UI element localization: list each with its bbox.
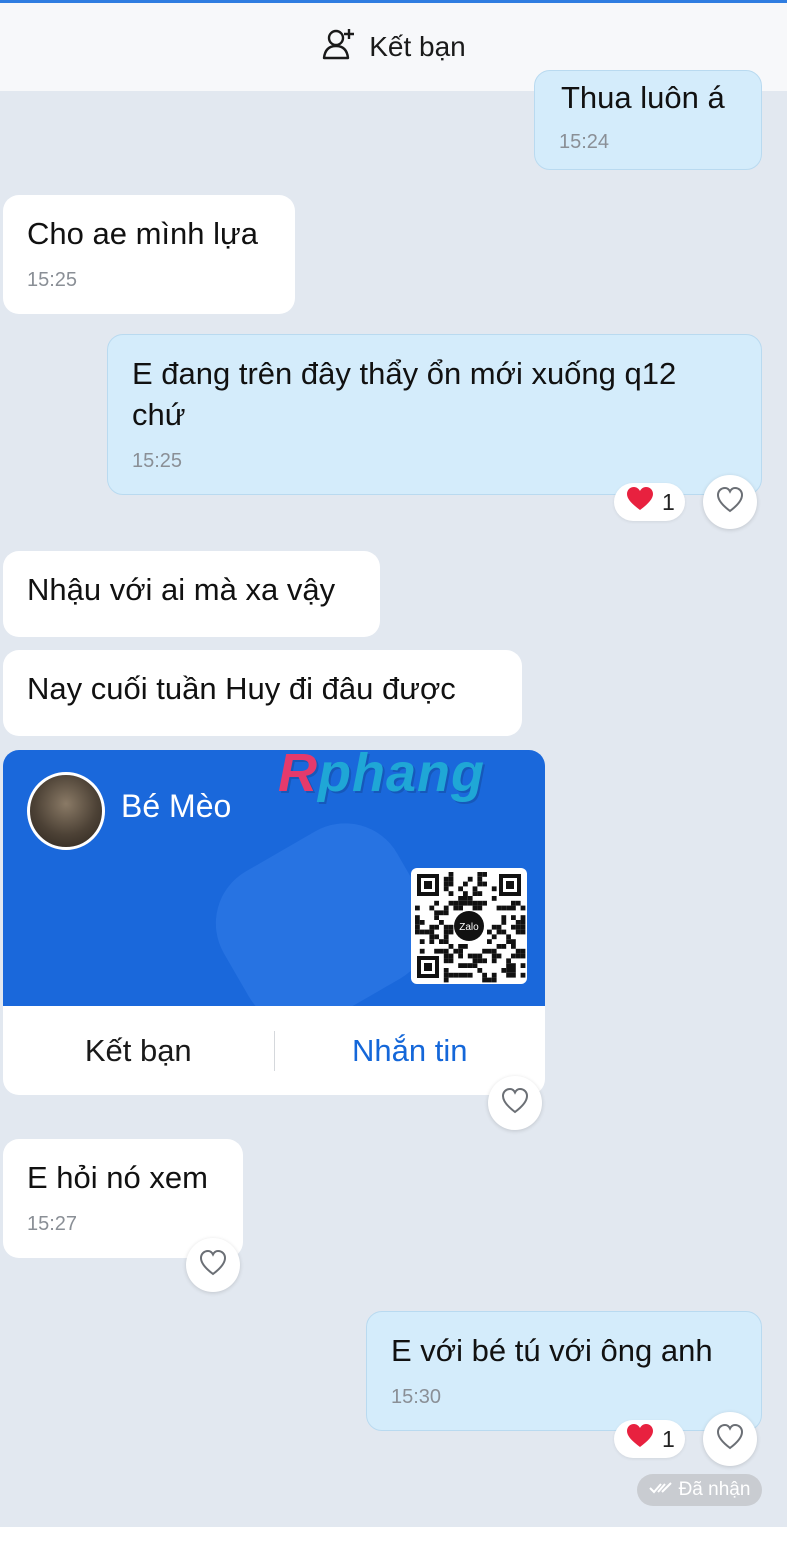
heart-outline-icon <box>715 1422 745 1457</box>
message-text: E đang trên đây thẩy ổn mới xuống q12 ch… <box>132 356 677 432</box>
message-bubble-outgoing[interactable]: E đang trên đây thẩy ổn mới xuống q12 ch… <box>107 334 762 495</box>
reaction-summary[interactable]: 1 <box>614 483 685 521</box>
message-text: E với bé tú với ông anh <box>391 1333 713 1368</box>
heart-outline-icon <box>500 1086 530 1121</box>
message-text: Nhậu với ai mà xa vậy <box>27 572 336 607</box>
message-text: E hỏi nó xem <box>27 1160 208 1195</box>
reaction-count: 1 <box>662 488 675 515</box>
message-time: 15:24 <box>559 131 610 153</box>
watermark-logo: Rphang <box>278 743 485 803</box>
status-text: Đã nhận <box>678 1479 751 1500</box>
react-button[interactable] <box>488 1076 542 1130</box>
double-check-icon <box>648 1479 673 1501</box>
contact-card-actions: Kết bạn Nhắn tin <box>3 1006 545 1095</box>
heart-reaction-icon <box>626 1423 654 1455</box>
card-message-button[interactable]: Nhắn tin <box>275 1033 546 1069</box>
message-text: Thua luôn á <box>561 80 725 115</box>
heart-reaction-icon <box>626 486 654 518</box>
react-button[interactable] <box>186 1238 240 1292</box>
contact-name: Bé Mèo <box>121 788 232 824</box>
message-time: 15:30 <box>391 1386 442 1408</box>
message-bubble-outgoing[interactable]: Thua luôn á 15:24 <box>534 70 762 170</box>
heart-outline-icon <box>198 1248 228 1283</box>
add-friend-button[interactable]: Kết bạn <box>321 26 466 69</box>
message-bubble-incoming[interactable]: Cho ae mình lựa 15:25 <box>3 195 295 314</box>
qr-code[interactable]: Zalo <box>411 868 527 984</box>
delivery-status: Đã nhận <box>637 1474 762 1506</box>
reaction-summary[interactable]: 1 <box>614 1420 685 1458</box>
message-text: Nay cuối tuần Huy đi đâu được <box>27 671 456 706</box>
heart-outline-icon <box>715 485 745 520</box>
qr-label: Zalo <box>459 922 479 933</box>
reaction-count: 1 <box>662 1425 675 1452</box>
message-time: 15:25 <box>132 450 183 472</box>
react-button[interactable] <box>703 475 757 529</box>
message-bubble-outgoing[interactable]: E với bé tú với ông anh 15:30 <box>366 1311 762 1431</box>
message-bubble-incoming[interactable]: Nhậu với ai mà xa vậy <box>3 551 380 637</box>
card-add-friend-button[interactable]: Kết bạn <box>3 1033 274 1069</box>
message-bubble-incoming[interactable]: Nay cuối tuần Huy đi đâu được <box>3 650 522 736</box>
add-user-icon <box>321 26 357 69</box>
message-time: 15:27 <box>27 1213 78 1235</box>
avatar[interactable] <box>27 772 105 850</box>
bottom-bar <box>0 1527 787 1552</box>
add-friend-label: Kết bạn <box>369 31 466 62</box>
react-button[interactable] <box>703 1412 757 1466</box>
message-time: 15:25 <box>27 269 78 291</box>
message-text: Cho ae mình lựa <box>27 216 258 251</box>
